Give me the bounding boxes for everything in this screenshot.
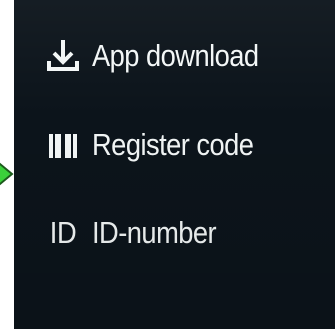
device-frame: App download Register code ID ID-number [0, 0, 335, 329]
register-code-label: Register code [92, 127, 254, 162]
barcode-icon [46, 128, 80, 162]
id-icon-text: ID [49, 215, 77, 250]
app-download-label: App download [92, 38, 259, 73]
download-icon [46, 39, 80, 73]
green-arrow-icon [0, 156, 14, 192]
id-number-label: ID-number [92, 215, 217, 250]
menu-item-app-download[interactable]: App download [46, 38, 281, 74]
menu-item-id-number[interactable]: ID ID-number [46, 215, 233, 251]
menu-item-register-code[interactable]: Register code [46, 127, 275, 163]
id-icon: ID [46, 215, 80, 250]
device-screen: App download Register code ID ID-number [14, 0, 335, 329]
